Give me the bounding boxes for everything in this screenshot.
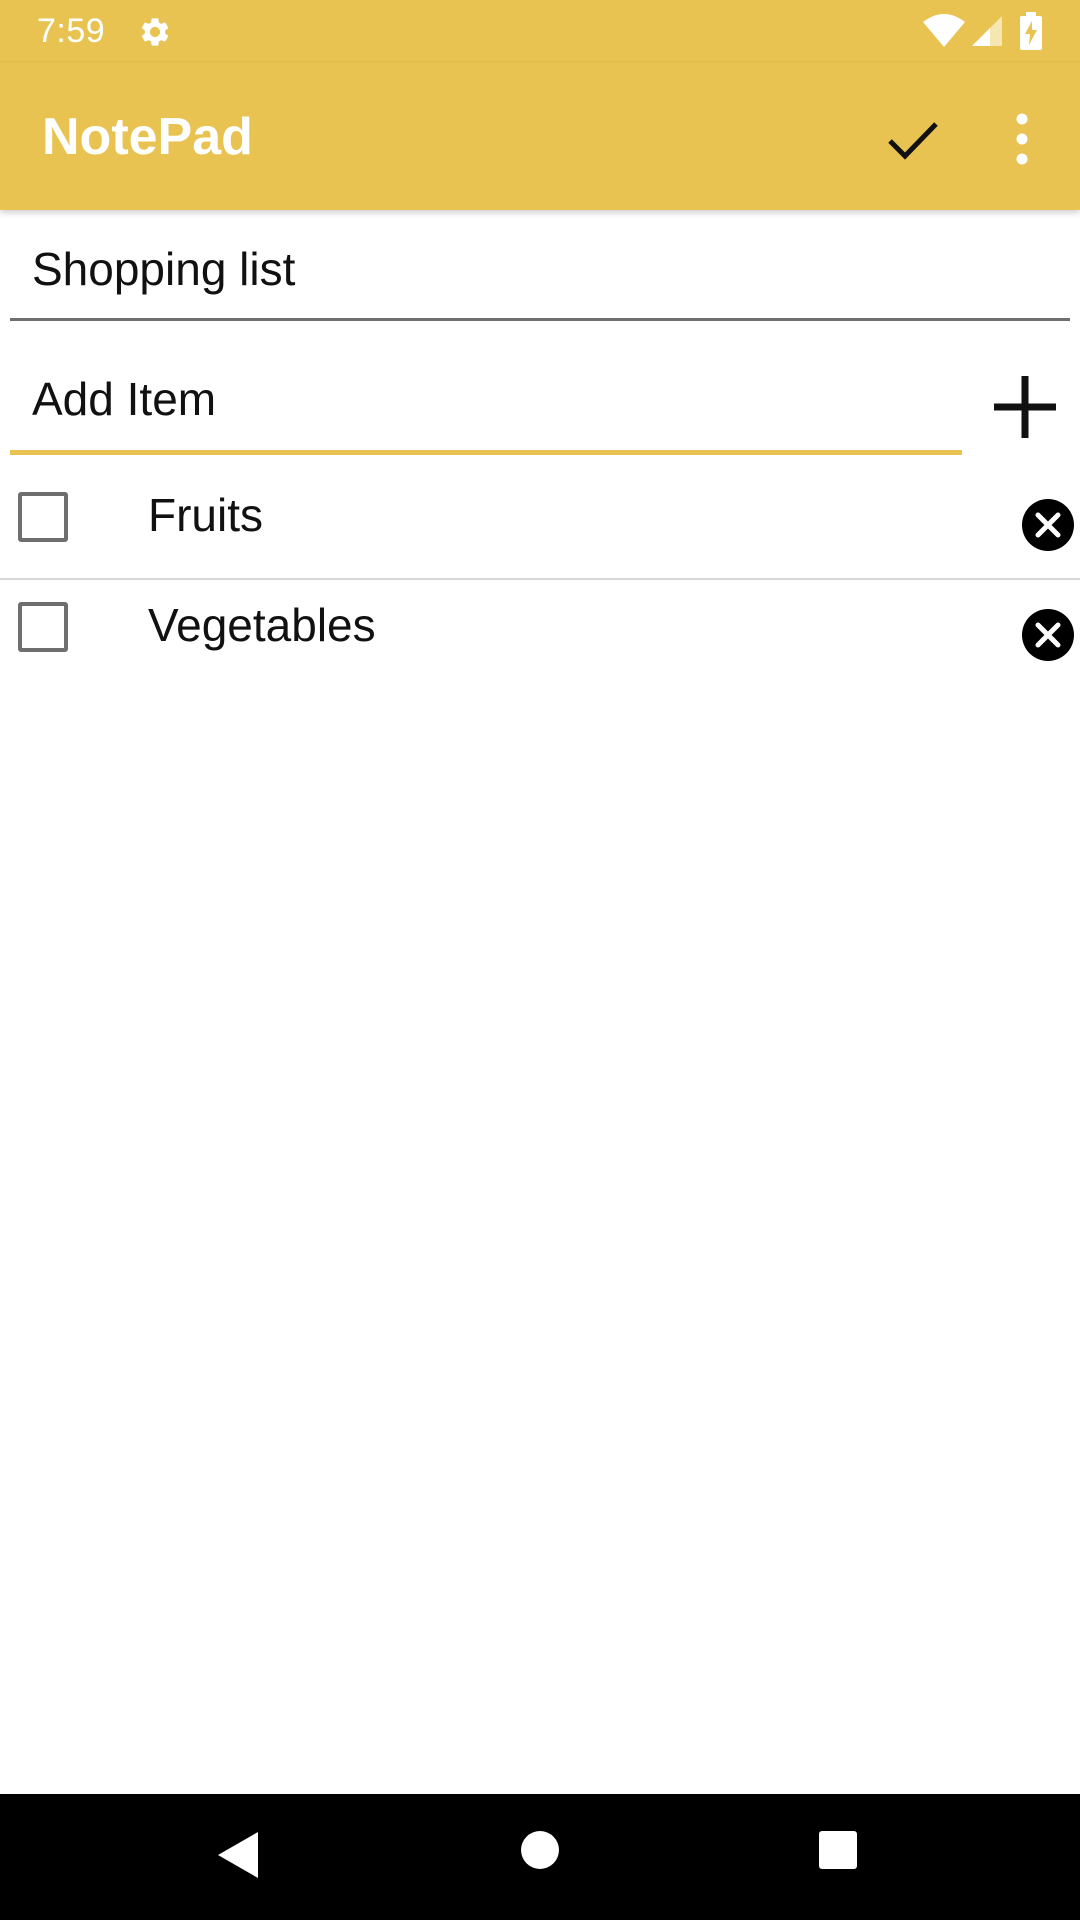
- list-item: Vegetables: [0, 580, 1080, 688]
- home-icon[interactable]: [520, 1830, 560, 1870]
- recents-icon[interactable]: [818, 1830, 858, 1870]
- battery-charging-icon: [1020, 12, 1042, 50]
- navigation-bar: [0, 1794, 1080, 1920]
- status-bar: 7:59: [0, 0, 1080, 63]
- item-checkbox[interactable]: [18, 492, 68, 542]
- item-label: Vegetables: [148, 599, 376, 651]
- delete-icon[interactable]: [1021, 608, 1075, 662]
- check-icon[interactable]: [880, 107, 944, 171]
- plus-icon[interactable]: [990, 372, 1060, 442]
- signal-icon: [972, 16, 1002, 46]
- delete-icon[interactable]: [1021, 498, 1075, 552]
- gear-icon: [141, 18, 169, 46]
- item-label: Fruits: [148, 489, 263, 541]
- note-title-text: Shopping list: [32, 243, 296, 295]
- list-item: Fruits: [0, 470, 1080, 580]
- app-bar: NotePad: [0, 63, 1080, 210]
- back-icon[interactable]: [216, 1830, 260, 1880]
- app-title: NotePad: [42, 108, 253, 166]
- more-vert-icon[interactable]: [1000, 107, 1044, 171]
- status-time: 7:59: [37, 12, 106, 50]
- note-title-field[interactable]: Shopping list: [10, 228, 1070, 321]
- item-checkbox[interactable]: [18, 602, 68, 652]
- add-item-placeholder: Add Item: [32, 373, 217, 425]
- add-item-input[interactable]: Add Item: [10, 358, 962, 455]
- wifi-icon: [923, 14, 965, 47]
